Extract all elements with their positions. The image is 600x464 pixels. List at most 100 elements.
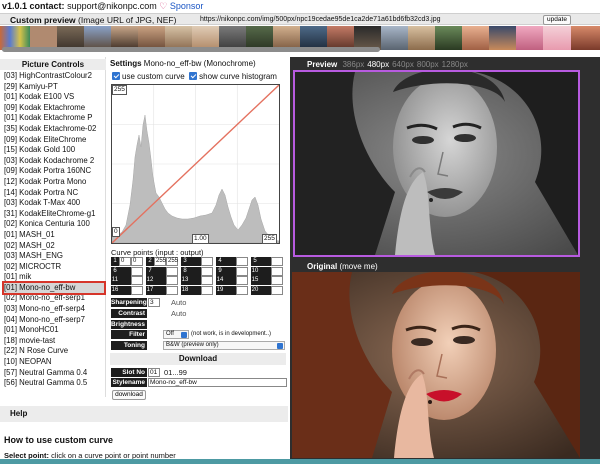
preview-size-option-active[interactable]: 480px	[367, 60, 389, 69]
picture-control-item[interactable]: [01] Kodak E100 VS	[4, 92, 104, 103]
curve-point-input[interactable]	[189, 266, 201, 276]
picture-control-item[interactable]: [14] Kodak Portra NC	[4, 188, 104, 199]
curve-point-output[interactable]	[236, 285, 248, 295]
curve-canvas[interactable]	[111, 84, 280, 244]
curve-point-input[interactable]	[154, 276, 166, 285]
filter-select[interactable]: Off	[163, 330, 189, 339]
curve-point-output[interactable]	[271, 257, 283, 266]
curve-point-input[interactable]	[259, 285, 271, 295]
picture-control-item[interactable]: [22] N Rose Curve	[4, 346, 104, 357]
curve-point-output[interactable]: 255	[166, 257, 178, 266]
picture-control-item[interactable]: [15] Kodak Gold 100	[4, 145, 104, 156]
curve-point-input[interactable]	[119, 276, 131, 285]
thumbnail-image[interactable]	[408, 26, 435, 50]
thumbnail-image[interactable]	[435, 26, 462, 50]
use-custom-curve-checkbox[interactable]	[112, 72, 120, 80]
curve-point-input[interactable]	[259, 266, 271, 276]
curve-point-output[interactable]	[201, 266, 213, 276]
picture-control-item[interactable]: [04] Mono-no_eff-serp7	[4, 315, 104, 326]
sharpening-input[interactable]: 3	[148, 298, 160, 307]
picture-control-item[interactable]: [03] Kodak Kodachrome 2	[4, 156, 104, 167]
curve-point-output[interactable]	[201, 276, 213, 285]
picture-control-item[interactable]: [29] Kamiyu-PT	[4, 82, 104, 93]
curve-point-input[interactable]	[259, 257, 271, 266]
picture-control-item[interactable]: [01] Kodak Ektachrome P	[4, 113, 104, 124]
picture-control-item-selected[interactable]: [01] Mono-no_eff-bw	[2, 280, 106, 296]
curve-point-input[interactable]	[119, 285, 131, 295]
curve-point-output[interactable]	[201, 285, 213, 295]
sponsor-link[interactable]: Sponsor	[170, 1, 204, 11]
picture-control-item[interactable]: [18] movie-tast	[4, 336, 104, 347]
thumbnail-image[interactable]	[381, 26, 408, 50]
preview-size-option[interactable]: 800px	[417, 60, 439, 69]
thumbnail-image[interactable]	[489, 26, 516, 50]
curve-point-output[interactable]	[131, 276, 143, 285]
preview-size-option[interactable]: 1280px	[442, 60, 468, 69]
contact-email[interactable]: support@nikonpc.com	[67, 1, 157, 11]
curve-point-output[interactable]	[166, 285, 178, 295]
show-histogram-checkbox[interactable]	[189, 72, 198, 80]
curve-point-input[interactable]	[154, 266, 166, 276]
picture-control-item[interactable]: [57] Neutral Gamma 0.4	[4, 368, 104, 379]
picture-control-item[interactable]: [12] Kodak Portra Mono	[4, 177, 104, 188]
picture-control-item[interactable]: [01] MonoHC01	[4, 325, 104, 336]
curve-point-input[interactable]	[189, 257, 201, 266]
curve-point-output[interactable]	[271, 266, 283, 276]
curve-point-input[interactable]	[224, 266, 236, 276]
preview-size-option[interactable]: 640px	[392, 60, 414, 69]
curve-point-output[interactable]	[131, 285, 143, 295]
curve-point-input[interactable]	[154, 285, 166, 295]
curve-point-input[interactable]	[189, 285, 201, 295]
preview-size-option[interactable]: 386px	[342, 60, 364, 69]
curve-point-input[interactable]: 0	[119, 257, 131, 266]
original-image[interactable]	[292, 272, 580, 458]
picture-control-item[interactable]: [02] Konica Centuria 100	[4, 219, 104, 230]
curve-point-output[interactable]	[166, 266, 178, 276]
stylename-input[interactable]: Mono-no_eff-bw	[148, 378, 287, 387]
curve-point-output[interactable]	[236, 266, 248, 276]
picture-control-item[interactable]: [03] Mono-no_eff-serp4	[4, 304, 104, 315]
picture-control-item[interactable]: [56] Neutral Gamma 0.5	[4, 378, 104, 389]
picture-control-item[interactable]: [02] MICROCTR	[4, 262, 104, 273]
curve-point-input[interactable]	[224, 257, 236, 266]
picture-control-item[interactable]: [03] MASH_ENG	[4, 251, 104, 262]
thumbnail-image[interactable]	[516, 26, 543, 50]
curve-point-output[interactable]	[236, 257, 248, 266]
curve-point-input[interactable]	[224, 285, 236, 295]
picture-control-item[interactable]: [35] Kodak Ektachrome-02	[4, 124, 104, 135]
thumbnail-image[interactable]	[462, 26, 489, 50]
picture-control-item[interactable]: [09] Kodak Portra 160NC	[4, 166, 104, 177]
curve-point-input[interactable]	[189, 276, 201, 285]
slot-row: Slot No 01 01...99	[111, 368, 287, 377]
thumbnail-image[interactable]	[571, 26, 600, 50]
curve-point-output[interactable]	[201, 257, 213, 266]
update-button[interactable]: update	[543, 15, 571, 25]
picture-control-item[interactable]: [02] MASH_02	[4, 241, 104, 252]
slot-input[interactable]: 01	[148, 368, 160, 377]
curve-point-output[interactable]	[166, 276, 178, 285]
picture-control-item[interactable]: [02] Mono-no_eff-serp1	[4, 293, 104, 304]
curve-point-output[interactable]: 0	[131, 257, 143, 266]
curve-point-input[interactable]	[259, 276, 271, 285]
picture-control-item[interactable]: [10] NEOPAN	[4, 357, 104, 368]
curve-point-output[interactable]	[131, 266, 143, 276]
curve-point-output[interactable]	[271, 276, 283, 285]
curve-point-input[interactable]	[119, 266, 131, 276]
picture-control-item[interactable]: [03] HighContrastColour2	[4, 71, 104, 82]
picture-control-item[interactable]: [01] MASH_01	[4, 230, 104, 241]
curve-editor[interactable]: 255 0 1.00 255	[111, 84, 280, 244]
toning-select[interactable]: B&W (preview only)	[163, 341, 285, 350]
curve-point-input[interactable]: 255	[154, 257, 166, 266]
thumbnail-scrollbar[interactable]	[2, 47, 380, 52]
picture-control-item[interactable]: [31] KodakEliteChrome-g1	[4, 209, 104, 220]
picture-control-item[interactable]: [01] mik	[4, 272, 104, 283]
download-button[interactable]: download	[112, 390, 146, 400]
picture-control-item[interactable]: [03] Kodak T-Max 400	[4, 198, 104, 209]
custom-preview-url[interactable]: https://nikonpc.com/img/500px/npc19cedae…	[200, 16, 441, 23]
curve-point-input[interactable]	[224, 276, 236, 285]
picture-control-item[interactable]: [09] Kodak Ektachrome	[4, 103, 104, 114]
curve-point-output[interactable]	[236, 276, 248, 285]
curve-point-output[interactable]	[271, 285, 283, 295]
picture-control-item[interactable]: [09] Kodak EliteChrome	[4, 135, 104, 146]
thumbnail-image[interactable]	[543, 26, 571, 50]
